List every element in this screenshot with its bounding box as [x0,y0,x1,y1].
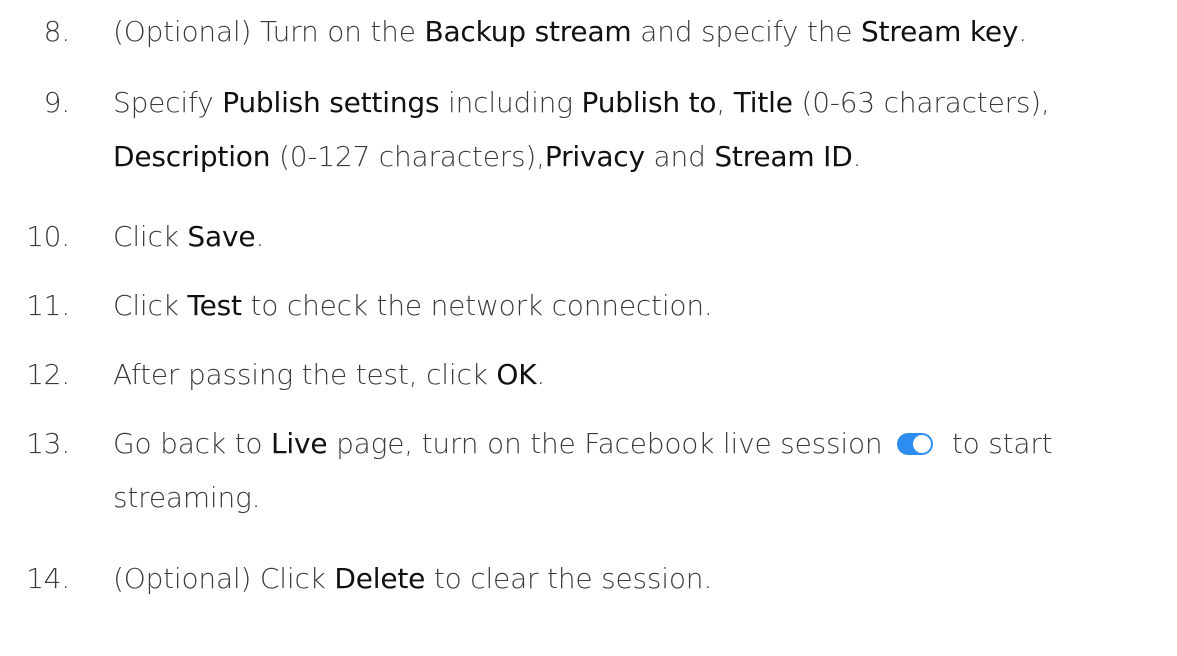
step-number: 10. [26,220,70,253]
step-text: (Optional) Click Delete to clear the ses… [113,562,713,595]
term-ok: OK [496,358,537,391]
term-stream-id: Stream ID [714,140,853,173]
step-number: 9. [43,86,71,119]
step-text: Click Save. [113,220,265,253]
toggle-on-icon [897,433,934,455]
term-title: Title [733,86,793,119]
step-text: After passing the test, click OK. [113,358,546,391]
toggle-knob [913,435,932,453]
step-text: (Optional) Turn on the Backup stream and… [113,15,1027,48]
term-test: Test [187,289,242,322]
instruction-list: 8. (Optional) Turn on the Backup stream … [0,0,1177,656]
term-description: Description [113,140,271,173]
step-number: 8. [43,15,71,48]
term-save: Save [187,220,256,253]
term-publish-settings: Publish settings [222,86,440,119]
step-number: 12. [26,358,70,391]
term-delete: Delete [334,562,426,595]
step-number: 13. [26,427,70,460]
step-text: Specify Publish settings including Publi… [113,86,1050,173]
term-stream-key: Stream key [861,15,1019,48]
term-publish-to: Publish to [581,86,717,119]
step-number: 14. [26,562,70,595]
term-privacy: Privacy [544,140,645,173]
step-text: Click Test to check the network connecti… [113,289,713,322]
term-backup-stream: Backup stream [424,15,632,48]
step-number: 11. [26,289,70,322]
step-text: Go back to Live page, turn on the Facebo… [113,427,1053,514]
term-live: Live [270,427,328,460]
